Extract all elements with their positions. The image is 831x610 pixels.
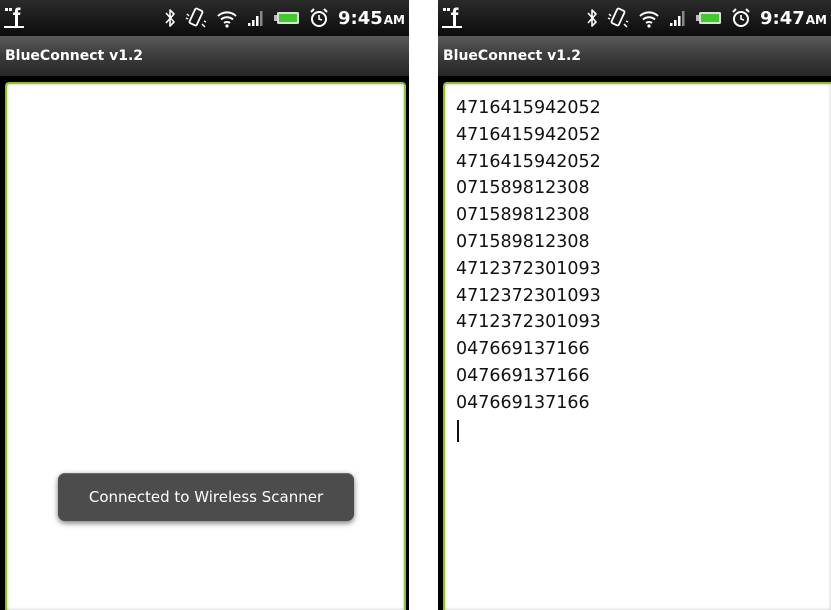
facebook-icon xyxy=(442,7,462,28)
phone-screen-before: 9:45AM BlueConnect v1.2 Connected to Wir… xyxy=(0,0,409,610)
status-clock: 9:45AM xyxy=(337,7,405,29)
scanned-barcode-line: 071589812308 xyxy=(456,205,590,226)
phone-screen-after: 9:47AM BlueConnect v1.2 4716415942052 47… xyxy=(438,0,831,610)
app-title: BlueConnect v1.2 xyxy=(443,48,582,64)
scanned-barcode-line: 4712372301093 xyxy=(456,285,601,306)
scanned-barcode-line: 047669137166 xyxy=(456,365,590,386)
wifi-icon xyxy=(639,11,659,28)
app-title-bar: BlueConnect v1.2 xyxy=(0,36,409,76)
text-cursor xyxy=(457,419,459,442)
scanned-barcode-line: 4716415942052 xyxy=(456,98,601,118)
scanned-barcode-list: 4716415942052 4716415942052 471641594205… xyxy=(456,95,601,442)
battery-icon xyxy=(273,12,299,24)
alarm-icon xyxy=(310,8,328,27)
scanned-barcode-line: 4712372301093 xyxy=(456,258,601,279)
status-bar[interactable]: 9:45AM xyxy=(0,0,409,36)
scanned-barcode-line: 047669137166 xyxy=(456,339,590,360)
signal-icon xyxy=(247,11,263,26)
status-bar[interactable]: 9:47AM xyxy=(438,0,831,36)
alarm-icon xyxy=(732,8,750,27)
scanned-barcode-line: 071589812308 xyxy=(456,178,590,199)
scanned-barcode-line: 4716415942052 xyxy=(456,124,601,145)
battery-icon xyxy=(695,12,721,24)
status-clock: 9:47AM xyxy=(759,7,827,29)
app-title-bar: BlueConnect v1.2 xyxy=(438,36,831,76)
scanned-barcode-line: 4716415942052 xyxy=(456,151,601,172)
scanned-barcode-line: 4712372301093 xyxy=(456,312,601,333)
signal-icon xyxy=(669,11,685,26)
wifi-icon xyxy=(217,11,237,28)
scanned-barcode-line: 047669137166 xyxy=(456,392,590,413)
scan-output-textarea[interactable]: 4716415942052 4716415942052 471641594205… xyxy=(443,82,831,610)
bluetooth-icon xyxy=(587,9,597,27)
connection-toast: Connected to Wireless Scanner xyxy=(58,473,354,521)
scan-output-textarea[interactable] xyxy=(5,82,406,610)
app-title: BlueConnect v1.2 xyxy=(5,48,144,64)
bluetooth-icon xyxy=(165,9,175,27)
vibrate-icon xyxy=(185,7,207,28)
facebook-icon xyxy=(4,7,24,28)
scanned-barcode-line: 071589812308 xyxy=(456,231,590,252)
vibrate-icon xyxy=(607,7,629,28)
